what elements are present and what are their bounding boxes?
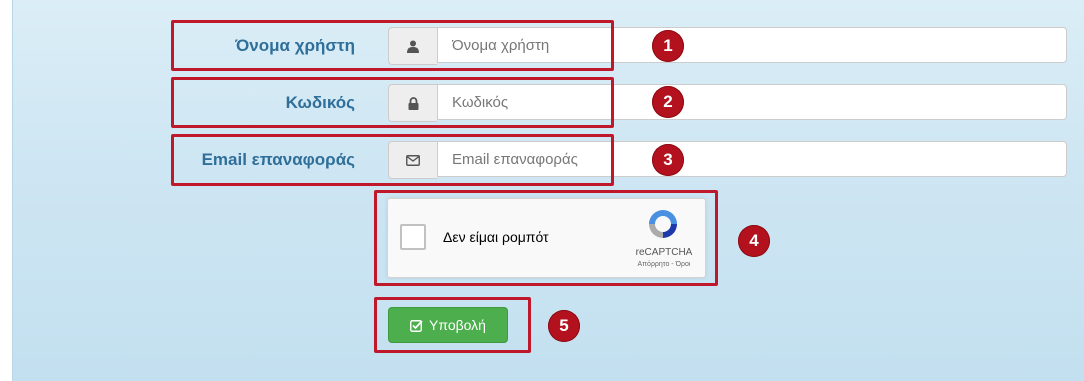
callout-badge-2: 2 (652, 86, 684, 118)
highlight-box-5 (374, 297, 531, 353)
highlight-box-3 (171, 134, 614, 186)
callout-badge-5: 5 (548, 310, 580, 342)
highlight-box-2 (171, 77, 614, 128)
callout-badge-4: 4 (738, 225, 770, 257)
callout-badge-1: 1 (652, 30, 684, 62)
highlight-box-1 (171, 20, 614, 71)
highlight-box-4 (374, 190, 718, 286)
callout-badge-3: 3 (652, 144, 684, 176)
